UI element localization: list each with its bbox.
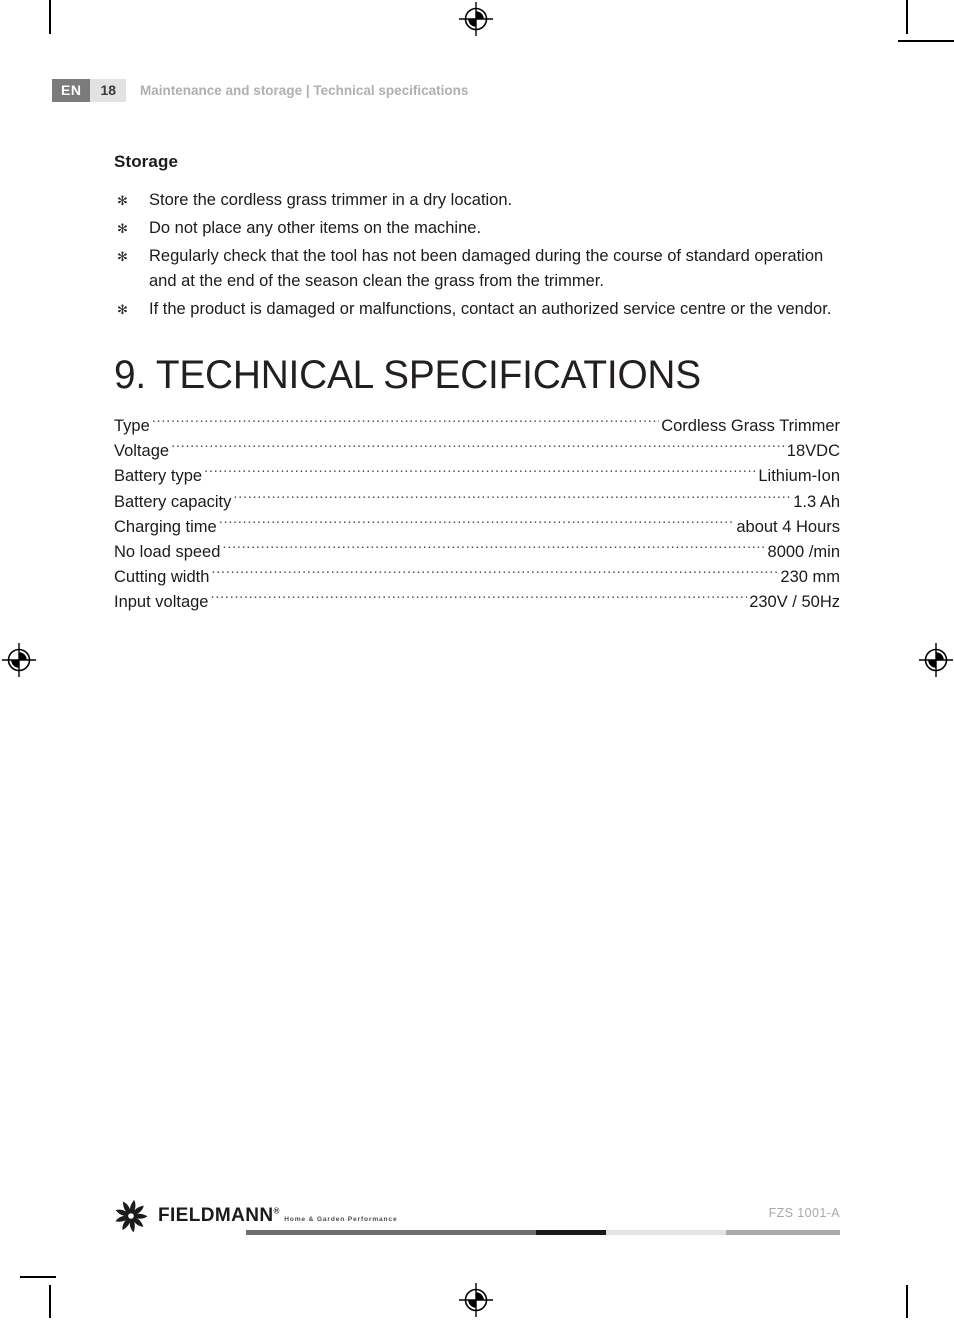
table-row: Voltage 18VDC [114,439,840,464]
table-row: Battery capacity 1.3 Ah [114,490,840,515]
registration-mark-bottom [459,1283,493,1322]
footer-bar-segment [606,1230,726,1235]
crop-mark-bottom-left-vertical [49,1285,51,1318]
trademark-symbol: ® [273,1206,280,1216]
spec-value: 18VDC [786,442,840,461]
brand-logo-text: FIELDMANN® Home & Garden Performance [158,1206,397,1226]
model-number: FZS 1001-A [768,1206,840,1220]
registration-mark-left [2,643,36,682]
breadcrumb: Maintenance and storage | Technical spec… [140,82,469,98]
crop-mark-top-right-horizontal [898,40,954,42]
spec-label: Charging time [114,517,217,536]
spec-label: Battery capacity [114,492,232,511]
flower-bullet-icon: ✻ [117,193,128,208]
registration-mark-top [459,2,493,41]
table-row: Battery type Lithium-Ion [114,464,840,489]
table-row: Cutting width 230 mm [114,565,840,590]
spec-value: Cordless Grass Trimmer [661,417,840,435]
list-item-text: If the product is damaged or malfunction… [149,300,832,318]
brand-name-text: FIELDMANN [158,1205,274,1226]
list-item-text: Do not place any other items on the mach… [149,219,482,237]
dot-leader [211,566,778,583]
list-item: ✻ Do not place any other items on the ma… [114,216,840,241]
dot-leader [152,415,659,432]
table-row: No load speed 8000 /min [114,540,840,565]
spec-label: Battery type [114,467,203,486]
footer-bar-segment [536,1230,606,1235]
spec-value: 230V / 50Hz [749,593,840,612]
dot-leader [204,465,756,482]
footer-color-bar [246,1230,840,1235]
crop-mark-bottom-left-horizontal [20,1276,56,1278]
spec-value: Lithium-Ion [758,467,840,486]
dot-leader [222,541,765,558]
spec-label: Input voltage [114,593,209,612]
language-badge: EN [52,78,91,102]
page-title: 9. TECHNICAL SPECIFICATIONS [114,353,701,397]
brand-tagline: Home & Garden Performance [284,1216,398,1223]
running-header: EN 18 Maintenance and storage | Technica… [52,78,468,102]
registration-mark-right [919,643,953,682]
dot-leader [219,515,735,532]
flower-bullet-icon: ✻ [117,249,128,264]
dot-leader [171,440,785,457]
footer-bar-segment [246,1230,536,1235]
list-item: ✻ Store the cordless grass trimmer in a … [114,188,840,213]
spec-value: 1.3 Ah [793,492,840,511]
page-number-badge: 18 [90,78,127,102]
spec-label: Type [114,417,150,435]
crop-mark-top-right-vertical [906,0,908,34]
dot-leader [233,490,791,507]
flower-bullet-icon: ✻ [117,302,128,317]
flower-bullet-icon: ✻ [117,221,128,236]
table-row: Type Cordless Grass Trimmer [114,414,840,439]
spec-label: Cutting width [114,568,210,587]
spec-value: 8000 /min [767,543,840,562]
table-row: Charging time about 4 Hours [114,515,840,540]
brand-name: FIELDMANN® [158,1205,280,1226]
spec-label: Voltage [114,442,170,461]
table-row: Input voltage 230V / 50Hz [114,590,840,615]
footer-bar-segment [726,1230,840,1235]
list-item-text: Regularly check that the tool has not be… [149,247,824,290]
crop-mark-top-left-vertical [49,0,51,34]
list-item: ✻ Regularly check that the tool has not … [114,244,840,294]
list-item: ✻ If the product is damaged or malfuncti… [114,297,840,322]
technical-specifications-table: Type Cordless Grass Trimmer Voltage 18VD… [114,414,840,616]
crop-mark-bottom-right-vertical [906,1285,908,1318]
storage-section-title: Storage [114,152,178,171]
storage-bullet-list: ✻ Store the cordless grass trimmer in a … [114,188,840,322]
page-content: Storage ✻ Store the cordless grass trimm… [114,152,840,616]
pinwheel-logo-icon [110,1196,152,1236]
spec-value: 230 mm [780,568,840,587]
spec-label: No load speed [114,543,221,562]
page-footer: FIELDMANN® Home & Garden Performance FZS… [110,1196,840,1242]
spec-value: about 4 Hours [736,517,840,536]
dot-leader [211,591,748,608]
list-item-text: Store the cordless grass trimmer in a dr… [149,191,513,209]
